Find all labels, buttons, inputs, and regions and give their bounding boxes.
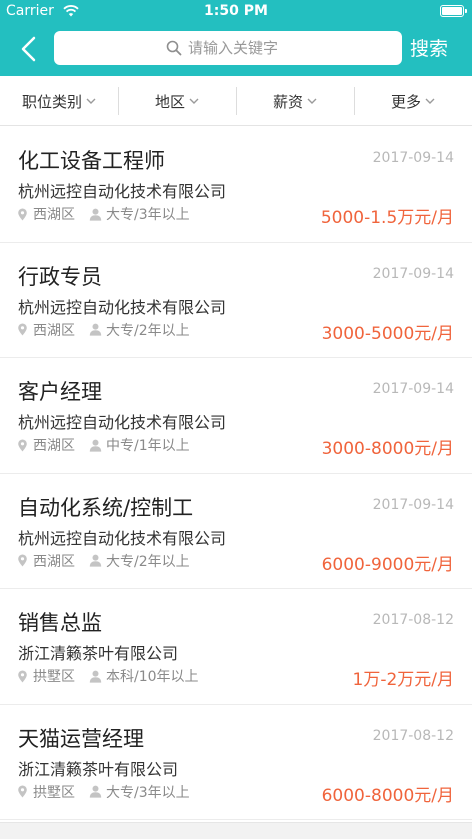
location-pin-icon (18, 785, 27, 798)
job-title: 天猫运营经理 (18, 726, 144, 751)
job-date: 2017-08-12 (372, 727, 454, 744)
job-location: 西湖区 (33, 322, 75, 339)
job-requirement: 大专/3年以上 (106, 207, 190, 223)
job-date: 2017-09-14 (372, 150, 454, 166)
job-title: 客户经理 (18, 380, 102, 404)
job-requirement: 大专/2年以上 (106, 553, 190, 570)
person-icon (89, 785, 102, 798)
search-icon (166, 40, 182, 56)
job-company: 浙江清籁茶叶有限公司 (18, 759, 179, 779)
filter-region[interactable]: 地区 (118, 76, 236, 126)
location-pin-icon (18, 670, 27, 682)
job-requirement: 本科/10年以上 (106, 669, 199, 685)
status-time: 1:50 PM (204, 3, 268, 19)
job-location: 西湖区 (33, 438, 75, 454)
job-salary: 1万-2万元/月 (352, 670, 455, 690)
job-list-item[interactable]: 销售总监 2017-08-12 浙江清籁茶叶有限公司 拱墅区 本科/10年以上 … (0, 589, 472, 705)
job-meta: 西湖区 大专/2年以上 (16, 551, 190, 571)
job-list-item[interactable]: 客户经理 2017-09-14 杭州远控自动化技术有限公司 西湖区 中专/1年以… (0, 358, 472, 474)
job-salary: 3000-8000元/月 (321, 439, 454, 459)
filter-label: 地区 (154, 92, 185, 111)
job-meta: 拱墅区 大专/3年以上 (16, 782, 190, 802)
job-list: 化工设备工程师 2017-09-14 杭州远控自动化技术有限公司 西湖区 大专/… (0, 127, 472, 820)
filter-label: 薪资 (272, 92, 303, 111)
filter-label: 职位类别 (21, 92, 82, 111)
job-date: 2017-09-14 (372, 381, 454, 397)
job-meta: 拱墅区 本科/10年以上 (16, 666, 199, 686)
job-salary: 5000-1.5万元/月 (320, 208, 454, 228)
search-input[interactable] (188, 31, 393, 65)
job-location: 西湖区 (33, 207, 75, 223)
job-meta: 西湖区 大专/2年以上 (16, 320, 190, 340)
job-salary: 6000-9000元/月 (321, 554, 454, 575)
person-icon (89, 670, 102, 683)
job-requirement: 中专/1年以上 (106, 438, 190, 454)
job-company: 杭州远控自动化技术有限公司 (18, 528, 227, 548)
filter-more[interactable]: 更多 (354, 76, 472, 126)
job-salary: 3000-5000元/月 (321, 323, 454, 344)
location-pin-icon (18, 323, 27, 336)
job-date: 2017-09-14 (372, 265, 454, 282)
job-title: 自动化系统/控制工 (18, 495, 194, 520)
job-location: 拱墅区 (33, 669, 75, 685)
chevron-down-icon (189, 98, 199, 104)
job-title: 化工设备工程师 (18, 149, 165, 173)
job-meta: 西湖区 中专/1年以上 (16, 435, 190, 455)
job-company: 杭州远控自动化技术有限公司 (18, 413, 227, 432)
job-company: 杭州远控自动化技术有限公司 (18, 297, 227, 317)
job-company: 杭州远控自动化技术有限公司 (18, 182, 227, 201)
person-icon (89, 554, 102, 567)
search-button[interactable]: 搜索 (410, 34, 448, 61)
job-list-item[interactable]: 天猫运营经理 2017-08-12 浙江清籁茶叶有限公司 拱墅区 大专/3年以上… (0, 704, 472, 820)
job-list-item[interactable]: 行政专员 2017-09-14 杭州远控自动化技术有限公司 西湖区 大专/2年以… (0, 242, 472, 358)
job-title: 行政专员 (18, 264, 102, 289)
filter-category[interactable]: 职位类别 (0, 76, 118, 126)
location-pin-icon (18, 554, 27, 567)
person-icon (89, 439, 102, 452)
job-requirement: 大专/3年以上 (106, 784, 190, 801)
filter-bar: 职位类别 地区 薪资 更多 (0, 76, 472, 126)
job-meta: 西湖区 大专/3年以上 (16, 204, 190, 224)
location-pin-icon (18, 439, 27, 451)
chevron-down-icon (86, 98, 96, 104)
job-title: 销售总监 (18, 611, 102, 635)
job-salary: 6000-8000元/月 (321, 785, 454, 806)
job-list-item[interactable]: 自动化系统/控制工 2017-09-14 杭州远控自动化技术有限公司 西湖区 大… (0, 473, 472, 589)
job-location: 拱墅区 (33, 784, 75, 801)
battery-icon (440, 5, 467, 17)
chevron-down-icon (307, 98, 317, 104)
person-icon (89, 208, 102, 221)
job-company: 浙江清籁茶叶有限公司 (18, 644, 179, 663)
back-chevron-left-icon[interactable] (14, 34, 44, 64)
job-requirement: 大专/2年以上 (106, 322, 190, 339)
job-list-item[interactable]: 化工设备工程师 2017-09-14 杭州远控自动化技术有限公司 西湖区 大专/… (0, 127, 472, 243)
filter-label: 更多 (390, 92, 421, 111)
status-bar: Carrier 1:50 PM (0, 0, 472, 24)
bottom-bar (0, 822, 472, 839)
job-date: 2017-09-14 (372, 496, 454, 513)
location-pin-icon (18, 208, 27, 220)
job-date: 2017-08-12 (372, 612, 454, 628)
job-location: 西湖区 (33, 553, 75, 570)
filter-salary[interactable]: 薪资 (236, 76, 354, 126)
person-icon (89, 323, 102, 336)
search-box[interactable] (54, 31, 402, 65)
chevron-down-icon (425, 98, 435, 104)
